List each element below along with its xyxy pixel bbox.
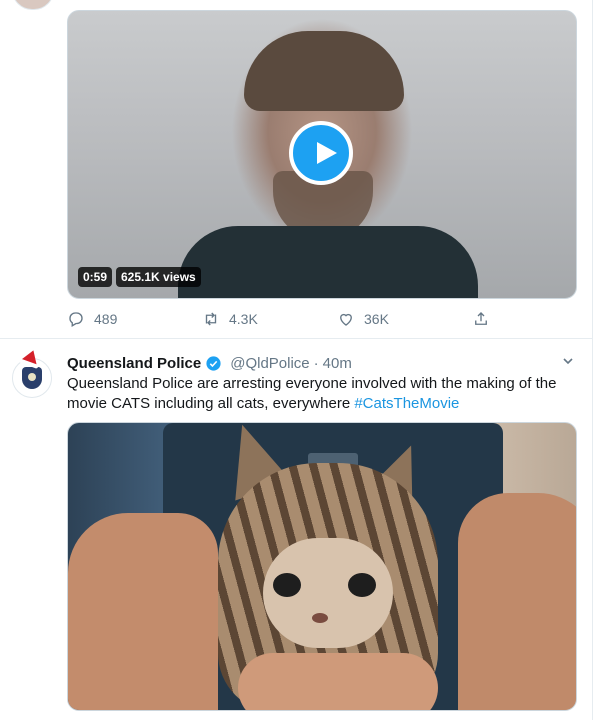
photo-detail: [238, 653, 438, 710]
tweet-text: Queensland Police are arresting everyone…: [67, 374, 567, 414]
retweet-count: 4.3K: [229, 311, 258, 327]
reply-button[interactable]: 489: [67, 310, 117, 328]
tweet-divider: [0, 338, 592, 339]
tweet-text-body: Queensland Police are arresting everyone…: [67, 375, 557, 412]
timeline-border: [592, 0, 593, 720]
photo-detail: [68, 513, 218, 710]
share-button[interactable]: [472, 310, 490, 328]
tweet-photo[interactable]: [67, 422, 577, 711]
previous-tweet-avatar[interactable]: [12, 0, 54, 10]
reply-count: 489: [94, 311, 118, 327]
like-count: 36K: [364, 311, 389, 327]
user-handle[interactable]: @QldPolice: [230, 355, 309, 372]
display-name[interactable]: Queensland Police: [67, 355, 201, 372]
share-icon: [475, 312, 487, 325]
tweet-video[interactable]: 0:59 625.1K views: [67, 10, 577, 299]
tweet-actions: 489 4.3K 36K: [67, 310, 587, 336]
photo-detail: [348, 573, 376, 597]
verified-badge-icon: [206, 355, 221, 371]
photo-detail: [273, 573, 301, 597]
reply-icon: [69, 312, 83, 327]
tweet-header: Queensland Police @QldPolice · 40m: [67, 353, 352, 373]
caret-down-icon[interactable]: [562, 355, 574, 367]
retweet-button[interactable]: 4.3K: [202, 310, 258, 328]
hashtag-link[interactable]: #CatsTheMovie: [354, 395, 459, 412]
photo-detail: [458, 493, 576, 710]
photo-detail: [312, 613, 328, 623]
video-frame-detail: [244, 31, 404, 111]
like-icon: [340, 313, 352, 326]
play-icon[interactable]: [289, 121, 353, 185]
video-frame-detail: [178, 226, 478, 298]
separator-dot: ·: [313, 354, 319, 372]
video-duration-badge: 0:59: [78, 267, 113, 287]
like-button[interactable]: 36K: [337, 310, 389, 328]
tweet-timestamp[interactable]: 40m: [323, 355, 352, 372]
police-badge-logo: [22, 367, 42, 389]
video-views-badge: 625.1K views: [116, 267, 201, 287]
retweet-icon: [205, 312, 217, 326]
